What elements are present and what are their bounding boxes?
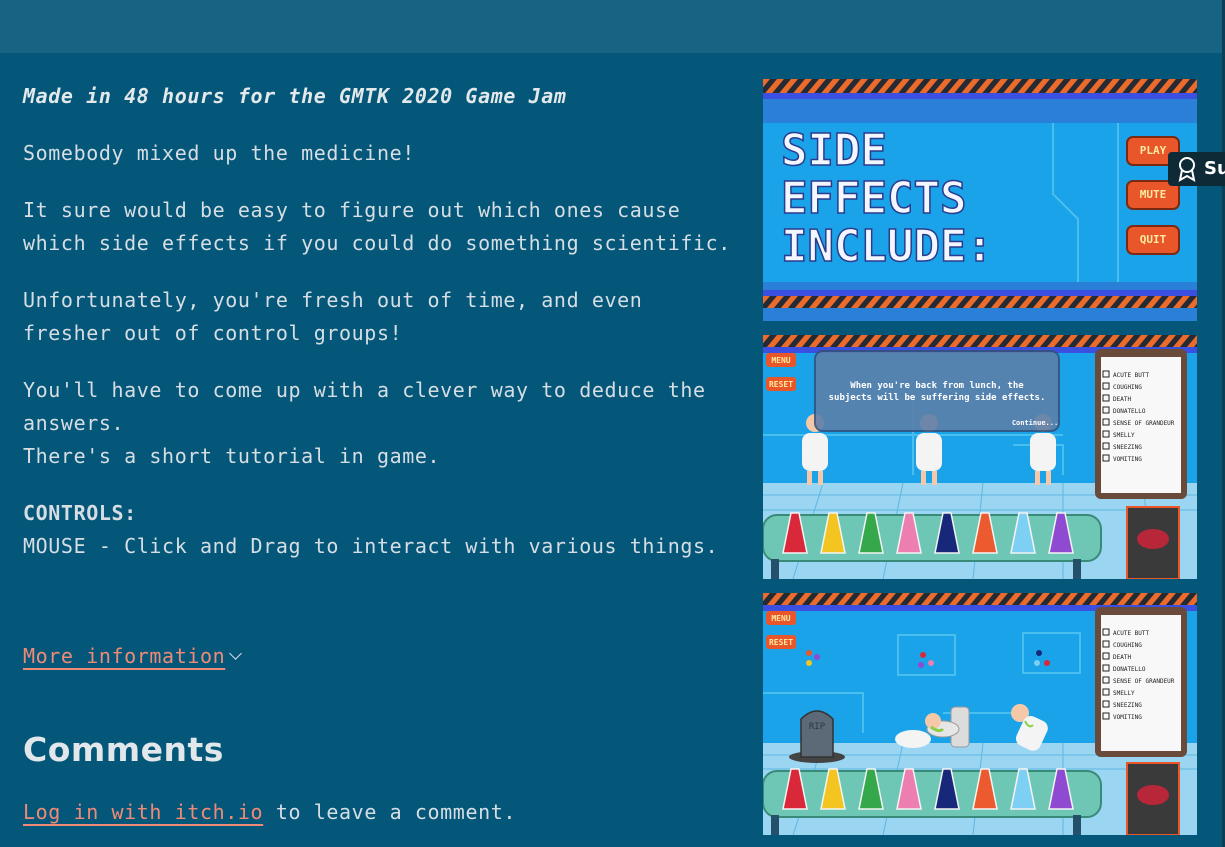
svg-text:VOMITING: VOMITING [1113,714,1142,721]
svg-text:RIP: RIP [809,722,826,732]
dialog-text-1: When you're back from lunch, the [850,381,1024,391]
svg-text:SNEEZING: SNEEZING [1113,702,1142,709]
svg-text:SMELLY: SMELLY [1113,432,1135,439]
mute-label: MUTE [1140,188,1167,201]
reset-label: RESET [769,638,793,647]
svg-text:ACUTE BUTT: ACUTE BUTT [1113,630,1150,637]
big-red-button[interactable] [1137,785,1169,805]
play-label: PLAY [1140,144,1167,157]
description-paragraph: Unfortunately, you're fresh out of time,… [23,288,643,345]
comments-heading: Comments [23,730,224,769]
svg-text:VOMITING: VOMITING [1113,456,1142,463]
game-description: Made in 48 hours for the GMTK 2020 Game … [23,80,743,587]
login-prompt: Log in with itch.io to leave a comment. [23,800,516,824]
more-information-toggle[interactable]: More information [23,644,243,668]
menu-label: MENU [771,356,790,365]
big-red-button[interactable] [1137,529,1169,549]
menu-label: MENU [771,614,790,623]
screenshot-tutorial[interactable]: MENU RESET When you're back from lunch, … [763,335,1197,579]
dialog-continue[interactable]: Continue... [1012,419,1058,427]
svg-text:DONATELLO: DONATELLO [1113,408,1146,415]
title-line-3: INCLUDE: [781,221,993,272]
support-badge-label: Su [1204,158,1225,179]
jam-line: Made in 48 hours for the GMTK 2020 Game … [23,84,567,108]
svg-text:SNEEZING: SNEEZING [1113,444,1142,451]
title-line-2: EFFECTS [781,173,966,224]
title-line-1: SIDE [781,125,887,176]
quit-label: QUIT [1140,233,1167,246]
paragraph-line: You'll have to come up with a clever way… [23,378,706,435]
svg-text:SENSE OF GRANDEUR: SENSE OF GRANDEUR [1113,678,1175,685]
svg-text:COUGHING: COUGHING [1113,642,1142,649]
ribbon-icon [1178,157,1196,182]
top-bar [0,0,1222,53]
dialog-text-2: subjects will be suffering side effects. [829,392,1046,403]
reset-label: RESET [769,380,793,389]
login-suffix: to leave a comment. [263,800,517,824]
svg-text:DEATH: DEATH [1113,654,1131,661]
svg-text:SENSE OF GRANDEUR: SENSE OF GRANDEUR [1113,420,1175,427]
controls-text: MOUSE - Click and Drag to interact with … [23,534,719,558]
svg-text:COUGHING: COUGHING [1113,384,1142,391]
support-badge[interactable]: Su [1168,152,1225,186]
login-link[interactable]: Log in with itch.io [23,800,263,824]
chevron-down-icon [229,647,243,660]
svg-text:ACUTE BUTT: ACUTE BUTT [1113,372,1150,379]
paragraph-line: There's a short tutorial in game. [23,444,441,468]
svg-text:DONATELLO: DONATELLO [1113,666,1146,673]
controls-section: CONTROLS: MOUSE - Click and Drag to inter… [23,497,743,563]
screenshot-gameplay[interactable]: MENU RESET RIP ACUTE BUTT COUGHING DEATH… [763,593,1197,835]
svg-text:DEATH: DEATH [1113,396,1131,403]
description-paragraph: Somebody mixed up the medicine! [23,141,415,165]
svg-text:SMELLY: SMELLY [1113,690,1135,697]
description-paragraph: It sure would be easy to figure out whic… [23,198,731,255]
screenshot-title-screen[interactable]: SIDE EFFECTS INCLUDE: PLAY MUTE QUIT [763,79,1197,321]
controls-heading: CONTROLS: [23,501,137,525]
description-paragraph: You'll have to come up with a clever way… [23,374,743,473]
more-information-link[interactable]: More information [23,644,225,668]
